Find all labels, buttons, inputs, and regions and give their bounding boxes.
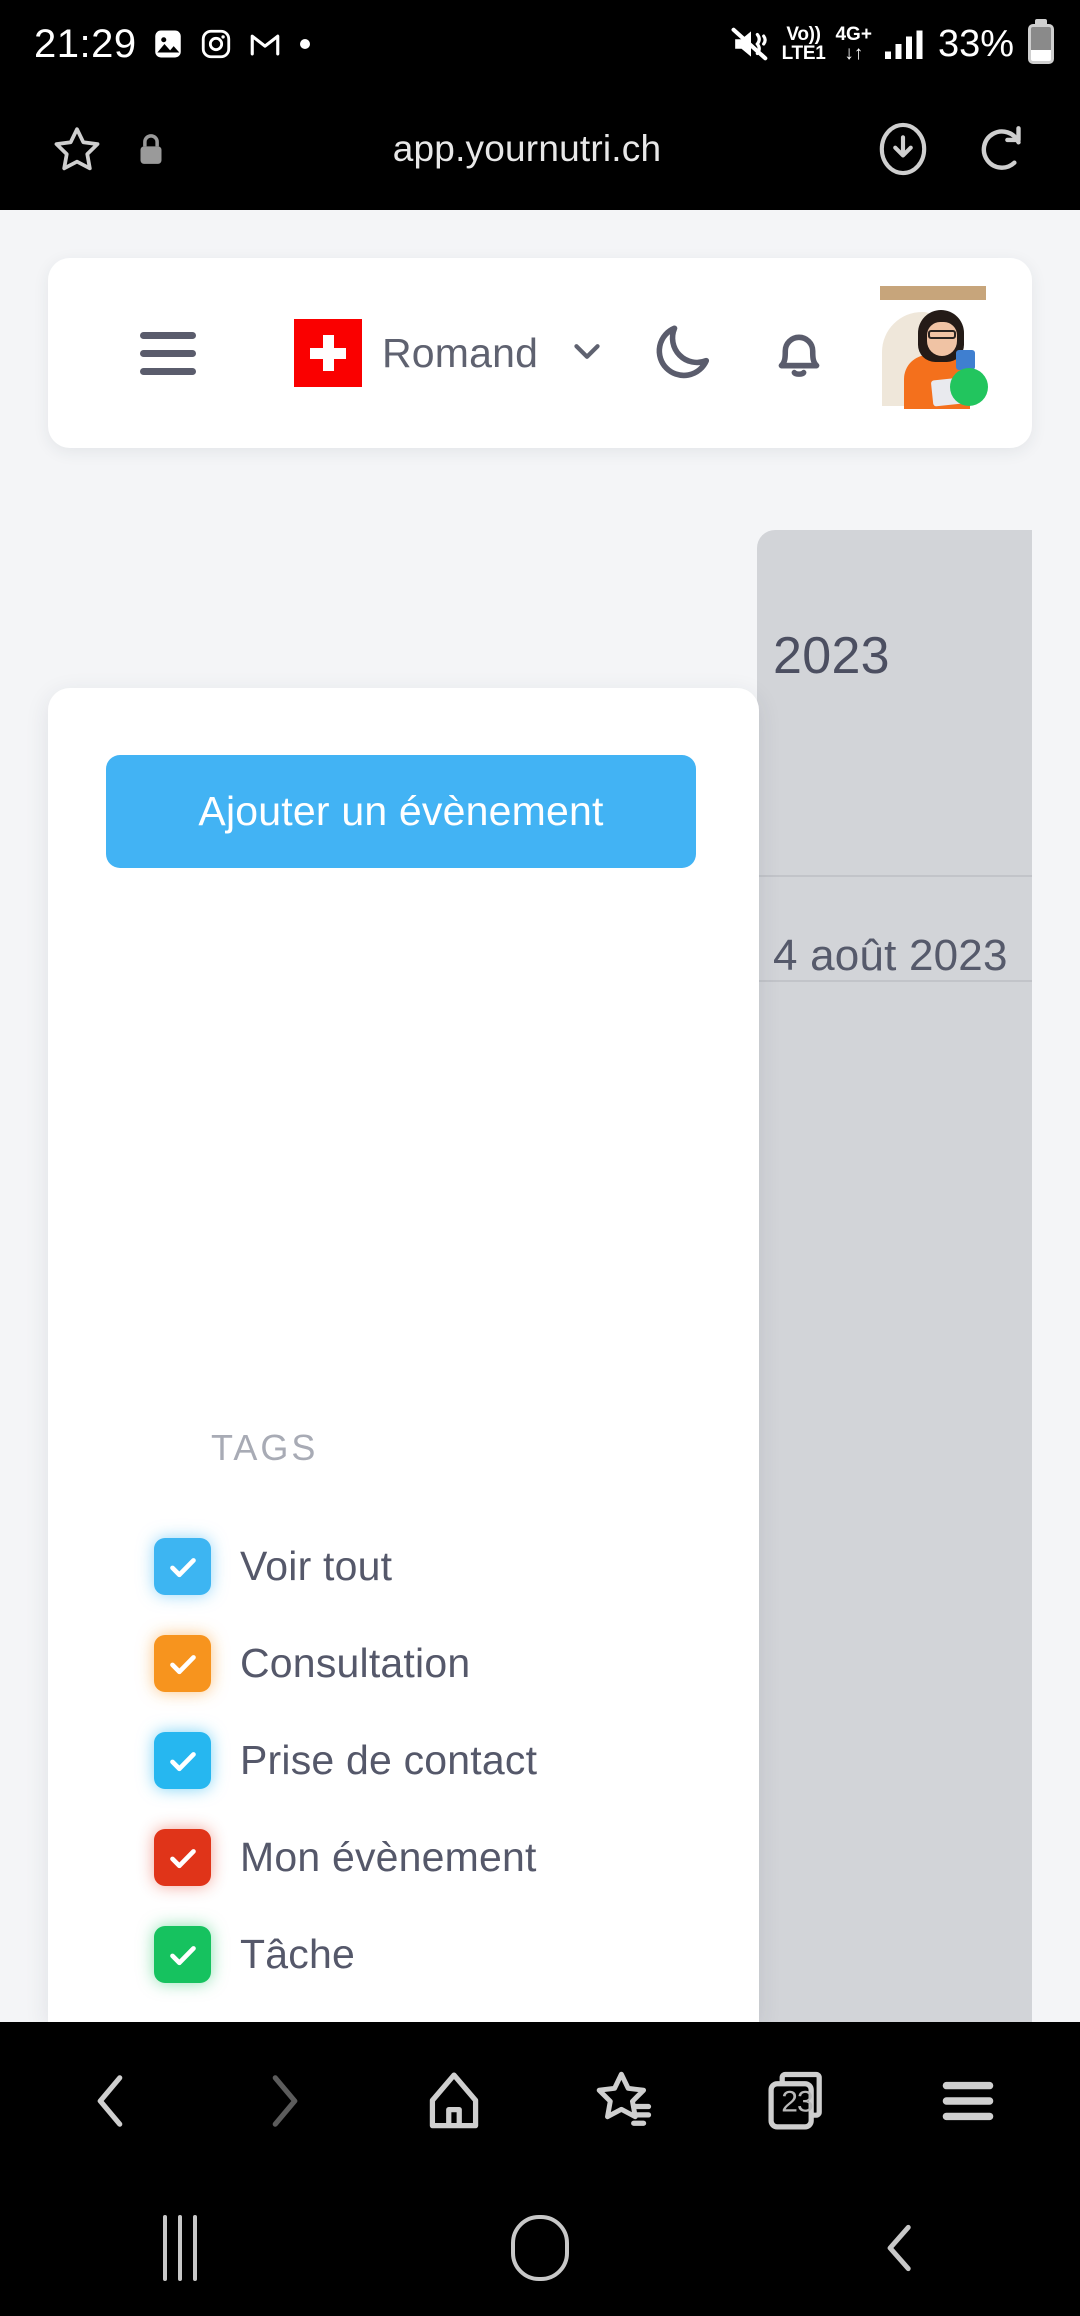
tag-filter-prise-de-contact[interactable]: Prise de contact	[154, 1712, 734, 1809]
url-bar-actions	[866, 112, 1040, 186]
web-page-viewport: Romand 2023 4 août 2023 Ajouter un évène…	[0, 210, 1080, 2022]
sidebar-panel: Ajouter un évènement TAGS Voir tout Cons…	[48, 688, 759, 2022]
tag-label: Voir tout	[240, 1543, 393, 1589]
dot-icon	[297, 36, 313, 52]
browser-url-bar[interactable]: app.yournutri.ch	[0, 88, 1080, 210]
download-circle-icon[interactable]	[866, 112, 940, 186]
tag-label: Consultation	[240, 1640, 471, 1686]
lock-icon[interactable]	[114, 112, 188, 186]
android-nav-bar	[0, 2180, 1080, 2316]
language-selector[interactable]: Romand	[294, 319, 610, 387]
tag-filter-tache[interactable]: Tâche	[154, 1906, 734, 2003]
star-outline-icon[interactable]	[40, 112, 114, 186]
back-button[interactable]	[845, 2193, 955, 2303]
moon-icon[interactable]	[648, 316, 718, 391]
status-bar-clock: 21:29	[34, 21, 137, 66]
recents-button[interactable]	[125, 2193, 235, 2303]
calendar-date-fragment: 4 août 2023	[773, 931, 1008, 980]
menu-icon[interactable]	[920, 2053, 1016, 2149]
bookmarks-star-icon[interactable]	[578, 2053, 674, 2149]
checkbox-checked-icon[interactable]	[154, 1538, 211, 1595]
android-status-bar: 21:29 Vo)) LTE1 4G+ ↓↑ 33%	[0, 0, 1080, 88]
tab-count-label: 23	[781, 2085, 813, 2119]
network-type-label: 4G+	[835, 24, 872, 45]
home-icon[interactable]	[406, 2053, 502, 2149]
url-text[interactable]: app.yournutri.ch	[188, 128, 866, 170]
phone-screen: 21:29 Vo)) LTE1 4G+ ↓↑ 33% app.yournutri…	[0, 0, 1080, 2316]
tag-label: Mon évènement	[240, 1834, 537, 1880]
add-event-button[interactable]: Ajouter un évènement	[106, 755, 696, 868]
signal-bars-icon	[882, 25, 924, 63]
calendar-year-fragment: 2023	[773, 627, 890, 685]
instagram-icon	[199, 27, 233, 61]
tag-filter-consultation[interactable]: Consultation	[154, 1615, 734, 1712]
reload-icon[interactable]	[966, 112, 1040, 186]
chevron-down-icon	[564, 328, 610, 379]
avatar[interactable]	[880, 286, 988, 409]
checkbox-checked-icon[interactable]	[154, 1926, 211, 1983]
home-button[interactable]	[485, 2193, 595, 2303]
volte-line-2: LTE1	[781, 43, 826, 64]
calendar-panel-dimmed[interactable]: 2023 4 août 2023	[757, 530, 1032, 2022]
tag-label: Prise de contact	[240, 1737, 538, 1783]
status-bar-right: Vo)) LTE1 4G+ ↓↑ 33%	[730, 23, 1054, 66]
tag-label: Tâche	[240, 1931, 355, 1977]
mute-vibrate-icon	[730, 25, 772, 63]
tabs-icon[interactable]: 23	[749, 2053, 845, 2149]
volte-line-1: Vo))	[786, 24, 821, 45]
checkbox-checked-icon[interactable]	[154, 1635, 211, 1692]
tag-filter-voir-tout[interactable]: Voir tout	[154, 1518, 734, 1615]
checkbox-checked-icon[interactable]	[154, 1829, 211, 1886]
checkbox-checked-icon[interactable]	[154, 1732, 211, 1789]
calendar-row-divider	[757, 980, 1032, 982]
forward-arrow-icon[interactable]	[235, 2053, 331, 2149]
header-actions	[648, 286, 992, 409]
online-status-dot	[950, 368, 988, 406]
language-label: Romand	[382, 329, 539, 376]
data-arrows-label: ↓↑	[844, 43, 864, 64]
hamburger-menu-icon[interactable]	[130, 315, 206, 391]
tag-filter-list: Voir tout Consultation Prise de contact	[154, 1518, 734, 2003]
back-arrow-icon[interactable]	[64, 2053, 160, 2149]
swiss-flag-icon	[294, 319, 362, 387]
tags-heading: TAGS	[211, 1427, 319, 1468]
network-type-indicator: 4G+ ↓↑	[835, 25, 871, 63]
photos-icon	[151, 27, 185, 61]
calendar-row-divider	[757, 875, 1032, 877]
volte-indicator: Vo)) LTE1	[782, 25, 826, 63]
tag-filter-mon-evenement[interactable]: Mon évènement	[154, 1809, 734, 1906]
status-bar-left: 21:29	[34, 22, 313, 67]
app-header-card: Romand	[48, 258, 1032, 448]
gmail-icon	[247, 27, 283, 61]
battery-percent-label: 33%	[937, 22, 1014, 65]
battery-icon	[1028, 24, 1054, 64]
browser-bottom-toolbar: 23	[0, 2022, 1080, 2180]
bell-icon[interactable]	[764, 316, 834, 391]
